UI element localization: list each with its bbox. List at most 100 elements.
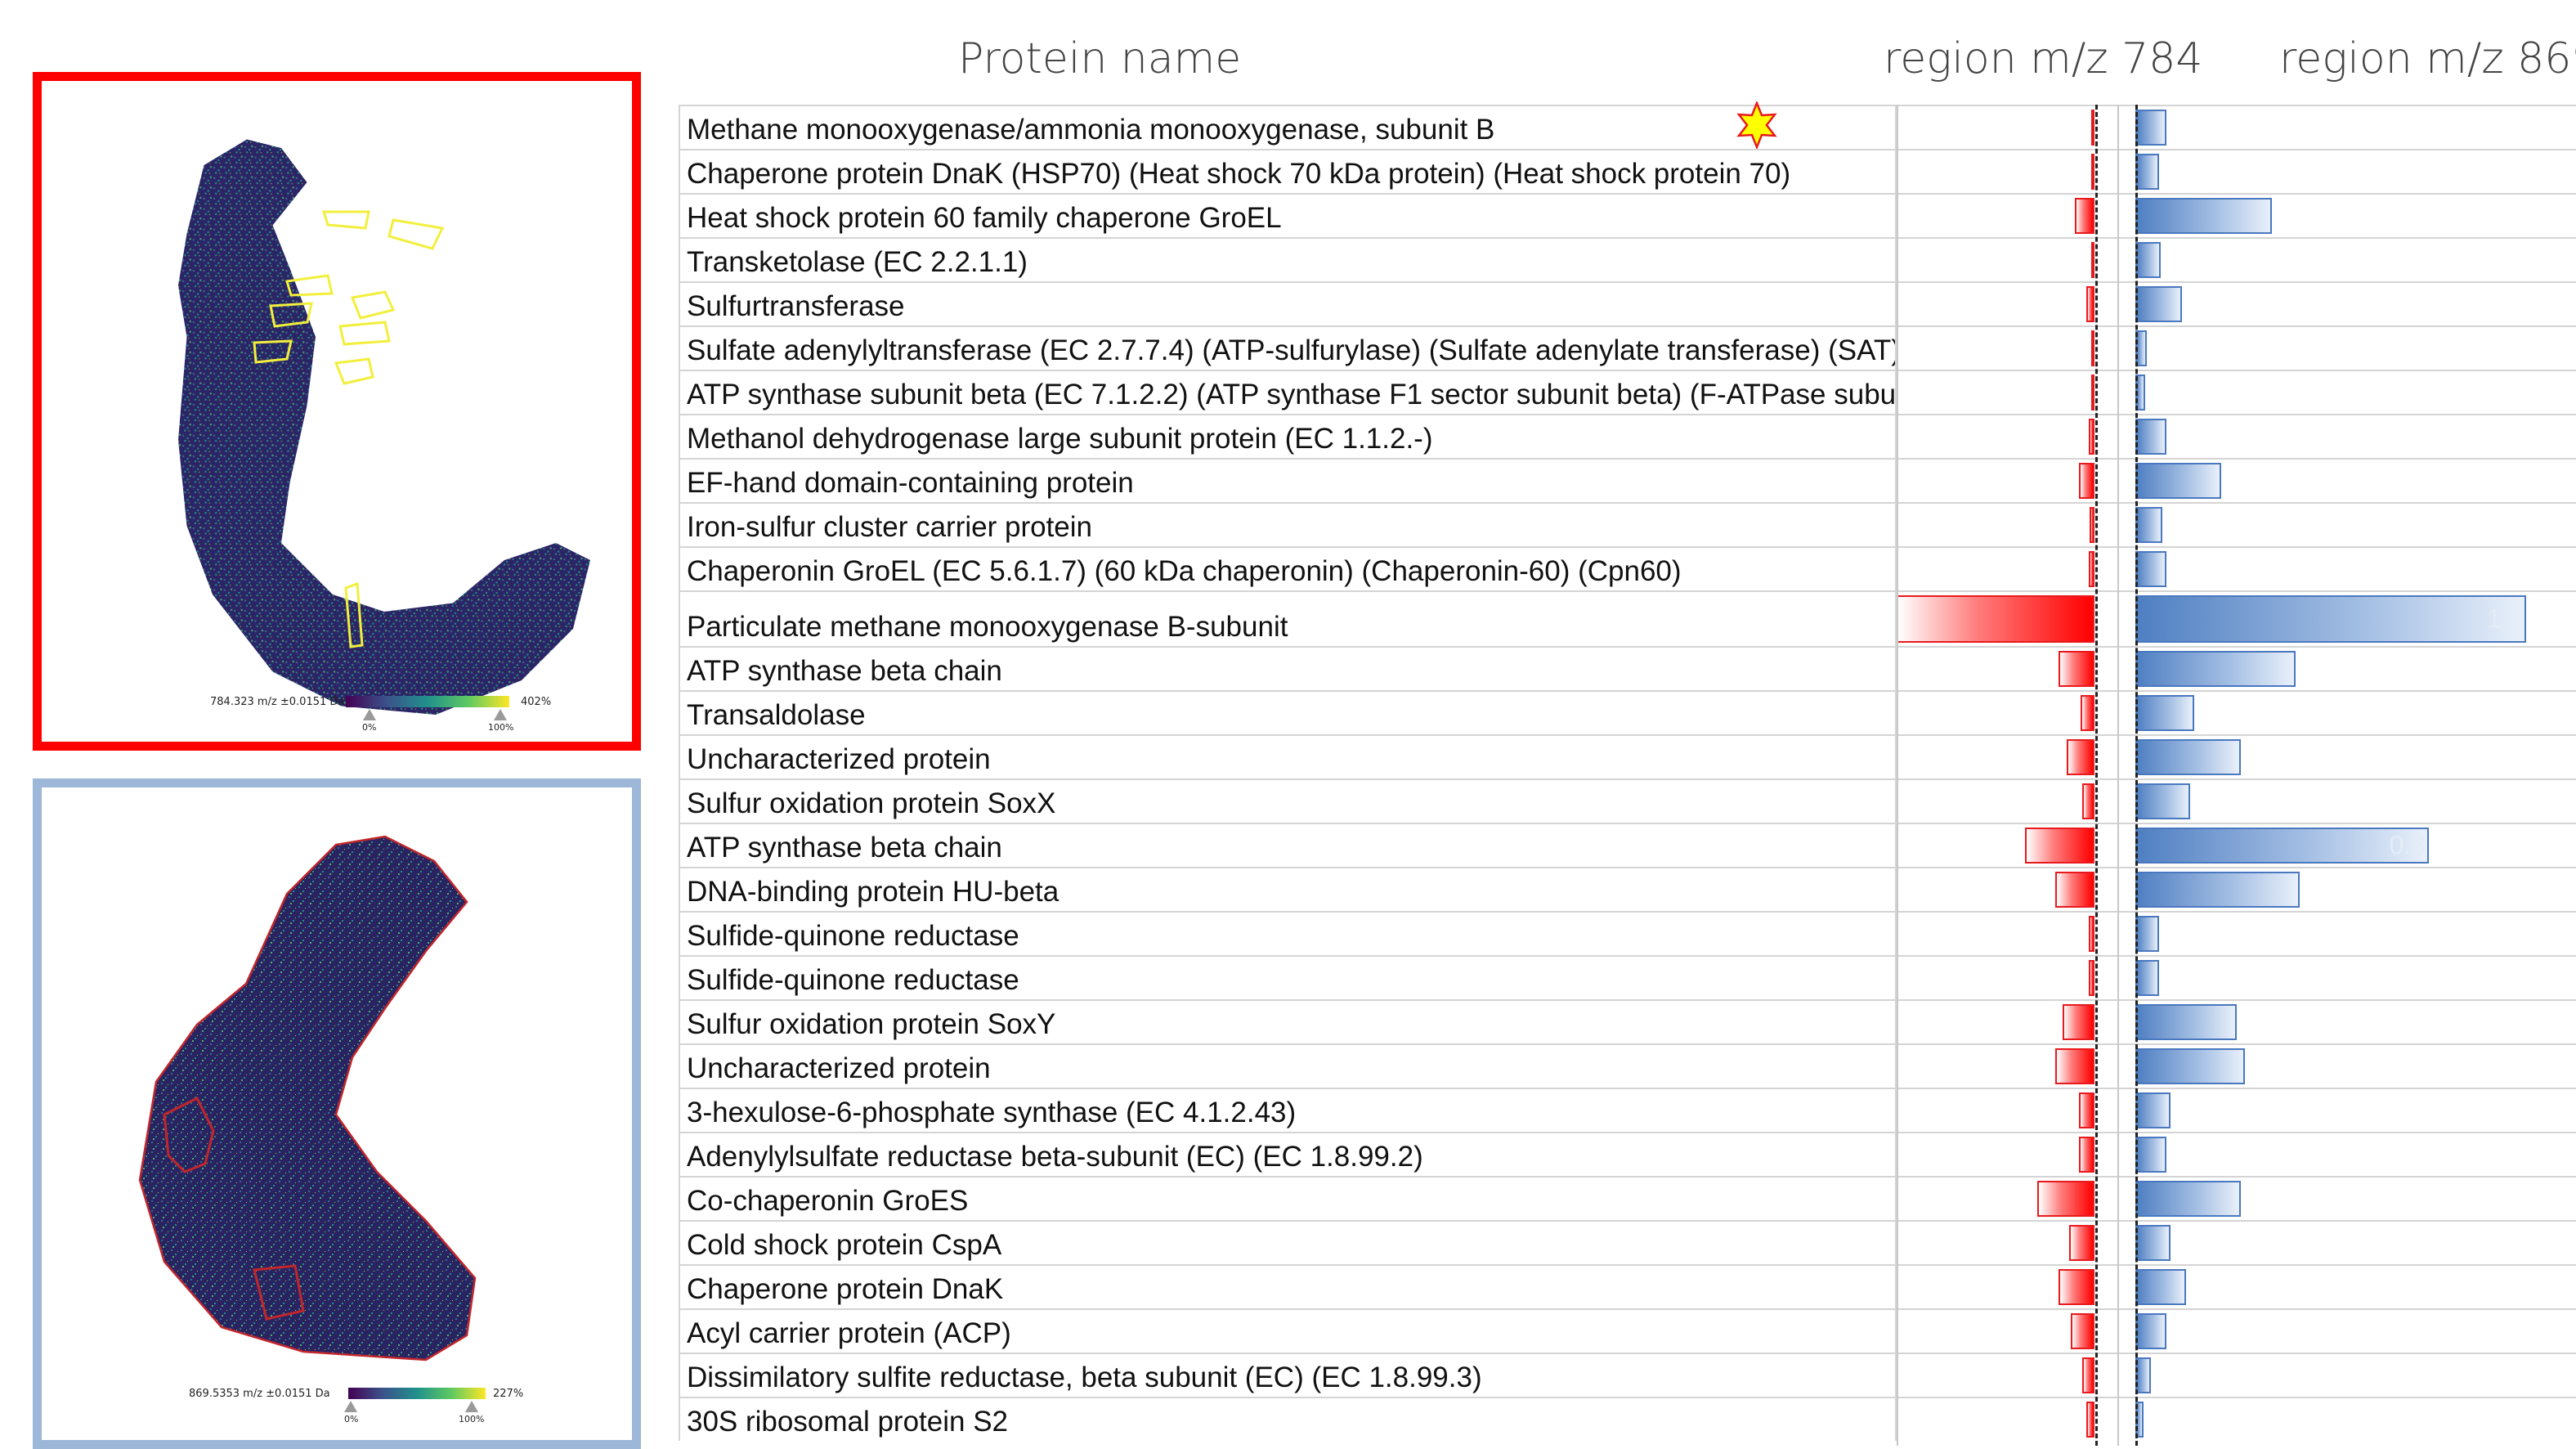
protein-name: Uncharacterized protein xyxy=(687,743,991,775)
table-row[interactable]: Sulfide-quinone reductase xyxy=(679,955,2576,999)
table-row[interactable]: EF-hand domain-containing protein xyxy=(679,458,2576,502)
bar-region-869 xyxy=(2135,1313,2167,1349)
bar-region-784 xyxy=(2091,242,2094,278)
bar-region-784 xyxy=(2089,507,2094,543)
bar-cell xyxy=(1897,548,2576,590)
table-row[interactable]: ATP synthase beta chain 0.8 xyxy=(679,823,2576,867)
protein-name: 3-hexulose-6-phosphate synthase (EC 4.1.… xyxy=(687,1097,1297,1128)
bar-region-869 xyxy=(2135,916,2159,952)
protein-name-cell: Cold shock protein CspA xyxy=(679,1222,1897,1264)
bar-cell xyxy=(1897,1398,2576,1441)
column-divider xyxy=(2117,105,2119,1446)
table-row[interactable]: Uncharacterized protein xyxy=(679,734,2576,778)
table-row[interactable]: Transaldolase xyxy=(679,690,2576,734)
protein-name-cell: Methane monooxygenase/ammonia monooxygen… xyxy=(679,106,1897,149)
table-row[interactable]: Co-chaperonin GroES xyxy=(679,1176,2576,1220)
protein-name: Transaldolase xyxy=(687,699,866,731)
bar-cell xyxy=(1897,415,2576,458)
bar-cell xyxy=(1897,1178,2576,1220)
table-row[interactable]: Sulfide-quinone reductase xyxy=(679,911,2576,955)
protein-name-cell: 3-hexulose-6-phosphate synthase (EC 4.1.… xyxy=(679,1089,1897,1132)
bar-cell xyxy=(1897,371,2576,414)
table-row[interactable]: Particulate methane monooxygenase B-subu… xyxy=(679,590,2576,646)
protein-name-cell: Sulfur oxidation protein SoxX xyxy=(679,780,1897,823)
mid-marker-icon[interactable] xyxy=(494,709,507,720)
protein-name: Sulfur oxidation protein SoxY xyxy=(687,1008,1056,1040)
table-row[interactable]: Sulfurtransferase xyxy=(679,281,2576,325)
protein-name-cell: Uncharacterized protein xyxy=(679,736,1897,778)
bar-region-784 xyxy=(2054,872,2094,908)
bar-region-784 xyxy=(2091,375,2094,410)
bar-cell xyxy=(1897,327,2576,370)
bar-region-784 xyxy=(2082,1357,2094,1393)
protein-name-cell: Chaperonin GroEL (EC 5.6.1.7) (60 kDa ch… xyxy=(679,548,1897,590)
table-row[interactable]: Methane monooxygenase/ammonia monooxygen… xyxy=(679,105,2576,149)
bar-cell xyxy=(1897,957,2576,999)
table-row[interactable]: Chaperone protein DnaK xyxy=(679,1264,2576,1308)
protein-name-header[interactable]: Protein name xyxy=(958,34,1241,83)
table-row[interactable]: 30S ribosomal protein S2 xyxy=(679,1397,2576,1441)
protein-name: Dissimilatory sulfite reductase, beta su… xyxy=(687,1362,1482,1393)
region-869-header[interactable]: region m/z 869 xyxy=(2279,34,2576,83)
bar-region-869 xyxy=(2135,1048,2245,1084)
table-row[interactable]: Cold shock protein CspA xyxy=(679,1220,2576,1264)
star-icon xyxy=(1736,101,1777,149)
bar-region-869 xyxy=(2135,463,2222,499)
protein-name-cell: Heat shock protein 60 family chaperone G… xyxy=(679,195,1897,237)
protein-name: Chaperone protein DnaK (HSP70) (Heat sho… xyxy=(687,158,1791,190)
ion-image-panel-869[interactable]: 869.5353 m/z ±0.0151 Da 227% 0% 100% xyxy=(33,778,641,1449)
table-row[interactable]: Heat shock protein 60 family chaperone G… xyxy=(679,193,2576,237)
table-row[interactable]: Chaperonin GroEL (EC 5.6.1.7) (60 kDa ch… xyxy=(679,546,2576,590)
table-row[interactable]: Uncharacterized protein xyxy=(679,1043,2576,1088)
protein-name-cell: DNA-binding protein HU-beta xyxy=(679,868,1897,911)
protein-name: Sulfur oxidation protein SoxX xyxy=(687,787,1056,819)
mid-marker-icon[interactable] xyxy=(465,1401,478,1412)
region-784-header[interactable]: region m/z 784 xyxy=(1884,34,2202,83)
table-row[interactable]: Adenylylsulfate reductase beta-subunit (… xyxy=(679,1132,2576,1176)
bar-region-784 xyxy=(2059,651,2094,687)
table-row[interactable]: Iron-sulfur cluster carrier protein xyxy=(679,502,2576,546)
table-row[interactable]: Sulfur oxidation protein SoxX xyxy=(679,778,2576,823)
protein-name-cell: Sulfide-quinone reductase xyxy=(679,913,1897,955)
bar-region-784 xyxy=(2025,828,2094,864)
bar-region-869 xyxy=(2135,154,2159,190)
table-row[interactable]: Chaperone protein DnaK (HSP70) (Heat sho… xyxy=(679,149,2576,193)
bar-region-869 xyxy=(2135,1004,2238,1040)
protein-name: 30S ribosomal protein S2 xyxy=(687,1406,1008,1438)
ion-image-869 xyxy=(138,835,477,1362)
bar-region-869 xyxy=(2135,739,2242,775)
table-row[interactable]: Acyl carrier protein (ACP) xyxy=(679,1308,2576,1353)
min-marker-icon[interactable] xyxy=(363,709,376,720)
protein-name-cell: Uncharacterized protein xyxy=(679,1045,1897,1088)
table-row[interactable]: Sulfur oxidation protein SoxY xyxy=(679,999,2576,1043)
min-marker-icon[interactable] xyxy=(344,1401,357,1412)
ion-image-panel-784[interactable]: 784.323 m/z ±0.0151 Da 402% 0% 100% xyxy=(33,72,641,751)
min-tick-label: 0% xyxy=(344,1414,359,1424)
bar-region-784 xyxy=(2078,1137,2094,1173)
table-row[interactable]: 3-hexulose-6-phosphate synthase (EC 4.1.… xyxy=(679,1088,2576,1132)
protein-name-cell: Chaperone protein DnaK (HSP70) (Heat sho… xyxy=(679,150,1897,193)
protein-name: Transketolase (EC 2.2.1.1) xyxy=(687,246,1028,278)
bar-region-784 xyxy=(2059,1269,2094,1305)
bar-region-784 xyxy=(2082,783,2094,819)
protein-name-cell: Acyl carrier protein (ACP) xyxy=(679,1310,1897,1353)
table-row[interactable]: Methanol dehydrogenase large subunit pro… xyxy=(679,414,2576,458)
protein-name-cell: Chaperone protein DnaK xyxy=(679,1266,1897,1308)
table-row[interactable]: Dissimilatory sulfite reductase, beta su… xyxy=(679,1353,2576,1397)
protein-name-cell: Methanol dehydrogenase large subunit pro… xyxy=(679,415,1897,458)
table-row[interactable]: Transketolase (EC 2.2.1.1) xyxy=(679,237,2576,281)
table-row[interactable]: DNA-binding protein HU-beta xyxy=(679,867,2576,911)
table-row[interactable]: Sulfate adenylyltransferase (EC 2.7.7.4)… xyxy=(679,325,2576,370)
bar-region-784 xyxy=(2054,1048,2094,1084)
protein-name: Heat shock protein 60 family chaperone G… xyxy=(687,202,1282,234)
bar-cell xyxy=(1897,913,2576,955)
protein-name: Chaperone protein DnaK xyxy=(687,1273,1004,1305)
bar-cell xyxy=(1897,1354,2576,1397)
mid-tick-label: 100% xyxy=(459,1414,485,1424)
protein-name-cell: EF-hand domain-containing protein xyxy=(679,460,1897,502)
bar-region-784 xyxy=(2091,154,2094,190)
table-row[interactable]: ATP synthase subunit beta (EC 7.1.2.2) (… xyxy=(679,370,2576,414)
table-row[interactable]: ATP synthase beta chain xyxy=(679,646,2576,690)
bar-region-869 xyxy=(2135,695,2194,731)
bar-region-869 xyxy=(2135,110,2167,146)
